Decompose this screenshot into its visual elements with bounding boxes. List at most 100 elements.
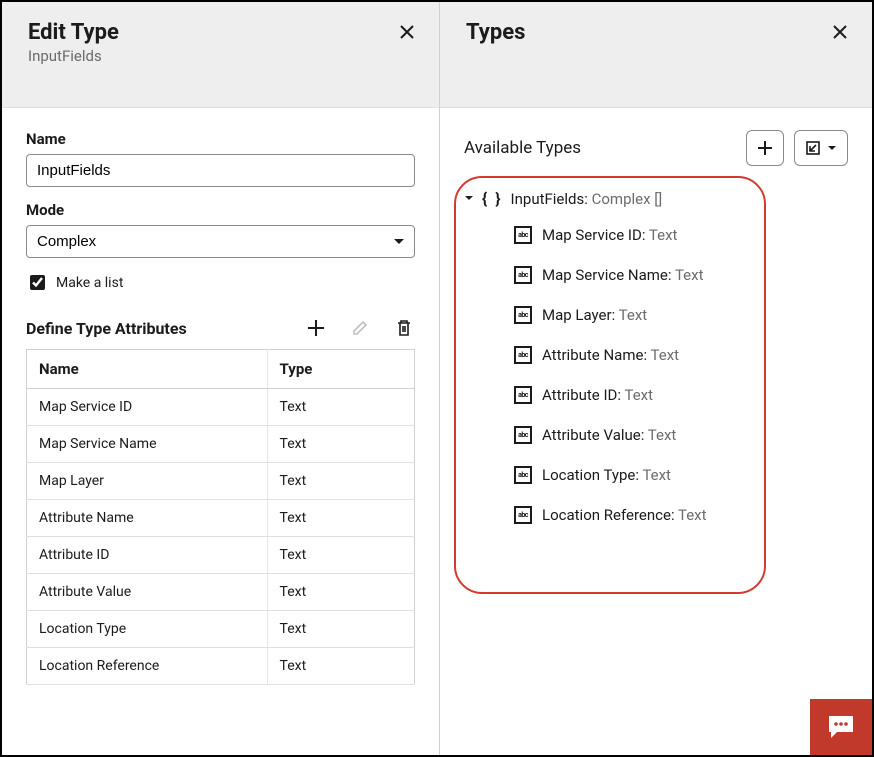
- edit-type-body: Name Mode Complex Make a list Define Typ…: [2, 108, 439, 685]
- table-row[interactable]: Location ReferenceText: [27, 648, 415, 685]
- plus-icon: [757, 140, 773, 156]
- edit-type-subtitle: InputFields: [28, 47, 119, 65]
- chevron-down-icon: [464, 195, 474, 202]
- tree-item-name: Attribute ID: [542, 386, 617, 404]
- attr-type-cell: Text: [267, 500, 414, 537]
- available-types-title: Available Types: [464, 138, 581, 158]
- tree-item-type: Text: [651, 346, 680, 364]
- text-type-icon: abc: [514, 306, 532, 324]
- tree-item-name: Map Service ID: [542, 226, 642, 244]
- attr-name-cell: Location Type: [27, 611, 268, 648]
- define-attrs-header: Define Type Attributes: [26, 317, 415, 339]
- name-label: Name: [26, 130, 415, 148]
- name-input[interactable]: [26, 154, 415, 187]
- table-row[interactable]: Attribute IDText: [27, 537, 415, 574]
- edit-type-panel: Edit Type InputFields Name Mode Complex …: [2, 2, 440, 755]
- tree-item-type: Text: [678, 506, 707, 524]
- available-types-row: Available Types: [464, 130, 848, 166]
- define-attrs-title: Define Type Attributes: [26, 319, 187, 338]
- make-list-checkbox[interactable]: [30, 275, 45, 290]
- tree-item[interactable]: abcAttribute Value: Text: [514, 426, 848, 444]
- plus-icon: [307, 319, 325, 337]
- root-type: Complex []: [592, 190, 663, 208]
- mode-label: Mode: [26, 201, 415, 219]
- attributes-table: Name Type Map Service IDTextMap Service …: [26, 349, 415, 685]
- import-icon: [805, 140, 821, 156]
- attr-type-cell: Text: [267, 574, 414, 611]
- tree-item-type: Text: [648, 426, 677, 444]
- close-icon: [832, 24, 848, 40]
- tree-item-name: Location Reference: [542, 506, 671, 524]
- root-name: InputFields: [511, 190, 585, 208]
- tree-item-name: Location Type: [542, 466, 635, 484]
- tree-item-name: Map Service Name: [542, 266, 668, 284]
- text-type-icon: abc: [514, 346, 532, 364]
- edit-type-title: Edit Type: [28, 20, 119, 45]
- text-type-icon: abc: [514, 506, 532, 524]
- attr-type-cell: Text: [267, 611, 414, 648]
- tree-item[interactable]: abcLocation Type: Text: [514, 466, 848, 484]
- tree-item-name: Map Layer: [542, 306, 612, 324]
- tree-item[interactable]: abcAttribute Name: Text: [514, 346, 848, 364]
- close-icon: [399, 24, 415, 40]
- text-type-icon: abc: [514, 226, 532, 244]
- chat-button[interactable]: [810, 699, 872, 755]
- table-row[interactable]: Map Service NameText: [27, 426, 415, 463]
- table-row[interactable]: Attribute ValueText: [27, 574, 415, 611]
- attr-type-cell: Text: [267, 426, 414, 463]
- attr-name-cell: Map Service Name: [27, 426, 268, 463]
- mode-select[interactable]: Complex: [26, 225, 415, 258]
- table-row[interactable]: Map Service IDText: [27, 389, 415, 426]
- trash-icon: [395, 319, 413, 337]
- tree-item[interactable]: abcMap Service Name: Text: [514, 266, 848, 284]
- delete-attribute-button[interactable]: [393, 317, 415, 339]
- add-attribute-button[interactable]: [305, 317, 327, 339]
- chat-icon: [827, 714, 855, 740]
- attr-name-cell: Attribute Name: [27, 500, 268, 537]
- attr-type-cell: Text: [267, 648, 414, 685]
- text-type-icon: abc: [514, 466, 532, 484]
- col-name: Name: [27, 350, 268, 389]
- tree-item-name: Attribute Value: [542, 426, 641, 444]
- table-row[interactable]: Location TypeText: [27, 611, 415, 648]
- types-title: Types: [466, 20, 525, 45]
- make-list-label: Make a list: [56, 275, 123, 291]
- make-list-checkbox-row[interactable]: Make a list: [26, 272, 415, 293]
- table-header-row: Name Type: [27, 350, 415, 389]
- edit-type-header: Edit Type InputFields: [2, 2, 439, 108]
- close-types-button[interactable]: [828, 20, 852, 44]
- tree-item-type: Text: [624, 386, 653, 404]
- types-panel: Types Available Types: [440, 2, 872, 755]
- braces-icon: { }: [482, 189, 503, 208]
- table-row[interactable]: Attribute NameText: [27, 500, 415, 537]
- tree-item-type: Text: [619, 306, 648, 324]
- tree-item[interactable]: abcAttribute ID: Text: [514, 386, 848, 404]
- text-type-icon: abc: [514, 386, 532, 404]
- tree-item[interactable]: abcMap Service ID: Text: [514, 226, 848, 244]
- tree-item-type: Text: [675, 266, 704, 284]
- types-header: Types: [440, 2, 872, 108]
- close-edit-type-button[interactable]: [395, 20, 419, 44]
- text-type-icon: abc: [514, 426, 532, 444]
- tree-item-type: Text: [642, 466, 671, 484]
- tree-item[interactable]: abcLocation Reference: Text: [514, 506, 848, 524]
- col-type: Type: [267, 350, 414, 389]
- text-type-icon: abc: [514, 266, 532, 284]
- attr-type-cell: Text: [267, 537, 414, 574]
- add-type-button[interactable]: [746, 130, 784, 166]
- table-row[interactable]: Map LayerText: [27, 463, 415, 500]
- tree-children: abcMap Service ID: TextabcMap Service Na…: [464, 226, 848, 524]
- attr-name-cell: Location Reference: [27, 648, 268, 685]
- import-type-button[interactable]: [794, 130, 848, 166]
- attr-name-cell: Attribute Value: [27, 574, 268, 611]
- attr-name-cell: Map Service ID: [27, 389, 268, 426]
- app-frame: Edit Type InputFields Name Mode Complex …: [0, 0, 874, 757]
- edit-attribute-button: [349, 317, 371, 339]
- tree-item[interactable]: abcMap Layer: Text: [514, 306, 848, 324]
- chevron-down-icon: [827, 145, 837, 152]
- attr-name-cell: Map Layer: [27, 463, 268, 500]
- tree-root-item[interactable]: { } InputFields: Complex []: [464, 186, 848, 218]
- attr-type-cell: Text: [267, 463, 414, 500]
- types-body: Available Types { } I: [440, 108, 872, 755]
- attr-type-cell: Text: [267, 389, 414, 426]
